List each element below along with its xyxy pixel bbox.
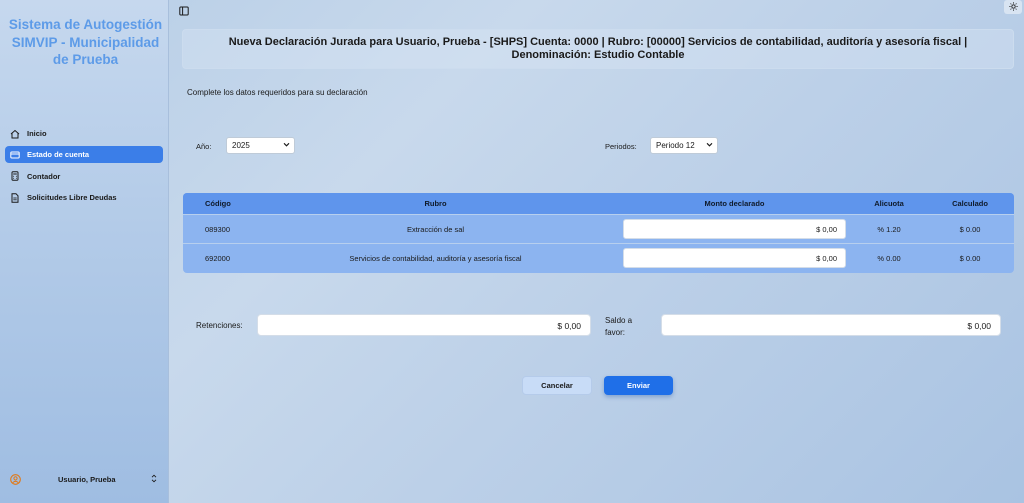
- header-monto: Monto declarado: [704, 199, 765, 208]
- cell-codigo: 089300: [205, 224, 231, 234]
- sidebar-item-label: Solicitudes Libre Deudas: [27, 193, 117, 203]
- period-value: Periodo 12: [656, 141, 695, 150]
- table-header: Código Rubro Monto declarado Alicuota Ca…: [183, 193, 1014, 214]
- header-codigo: Código: [205, 199, 231, 208]
- table-row: 692000 Servicios de contabilidad, audito…: [183, 243, 1014, 272]
- user-menu[interactable]: Usuario, Prueba: [5, 469, 163, 489]
- saldo-label-line2: favor:: [605, 328, 626, 337]
- year-value: 2025: [232, 141, 250, 150]
- sidebar-nav: Inicio Estado de cuenta Contador Solicit…: [5, 125, 163, 211]
- sidebar-item-contador[interactable]: Contador: [5, 168, 163, 185]
- year-select[interactable]: 2025: [226, 137, 295, 154]
- theme-toggle-button[interactable]: [1004, 0, 1022, 14]
- year-label: Año:: [196, 142, 212, 151]
- saldo-label-line1: Saldo a: [605, 316, 633, 325]
- chevron-down-icon: [282, 140, 291, 149]
- header-calculado: Calculado: [952, 199, 988, 208]
- cell-rubro: Extracción de sal: [406, 224, 465, 234]
- app-brand: Sistema de Autogestión SIMVIP - Municipa…: [8, 17, 163, 67]
- avatar: [10, 473, 21, 485]
- declaration-table: Código Rubro Monto declarado Alicuota Ca…: [183, 193, 1014, 273]
- document-icon: [10, 192, 20, 203]
- header-rubro: Rubro: [424, 199, 447, 208]
- home-icon: [10, 129, 20, 139]
- send-button[interactable]: Enviar: [604, 376, 673, 395]
- period-label: Periodos:: [605, 142, 637, 151]
- cancel-button[interactable]: Cancelar: [522, 376, 592, 395]
- cell-rubro: Servicios de contabilidad, auditoría y a…: [349, 253, 522, 263]
- period-select[interactable]: Periodo 12: [650, 137, 718, 154]
- cell-alicuota: % 0.00: [877, 253, 901, 263]
- calculator-icon: [10, 171, 20, 181]
- sidebar-item-label: Contador: [27, 171, 61, 181]
- monto-input[interactable]: $ 0,00: [623, 248, 846, 268]
- sidebar-item-estado-de-cuenta[interactable]: Estado de cuenta: [5, 146, 163, 164]
- sidebar: Sistema de Autogestión SIMVIP - Municipa…: [0, 0, 169, 503]
- sidebar-item-label: Inicio: [27, 129, 47, 138]
- cell-calculado: $ 0.00: [959, 224, 981, 234]
- cell-calculado: $ 0.00: [959, 253, 981, 263]
- sun-icon: [1008, 0, 1018, 16]
- table-row: 089300 Extracción de sal $ 0,00 % 1.20 $…: [183, 214, 1014, 243]
- chevron-down-icon: [705, 140, 714, 149]
- user-name: Usuario, Prueba: [58, 474, 116, 484]
- cell-alicuota: % 1.20: [877, 224, 901, 234]
- retenciones-label: Retenciones:: [196, 321, 243, 330]
- card-icon: [10, 150, 20, 160]
- form-subtitle: Complete los datos requeridos para su de…: [187, 88, 368, 97]
- retenciones-input[interactable]: $ 0,00: [257, 314, 591, 336]
- page-title-card: Nueva Declaración Jurada para Usuario, P…: [182, 29, 1014, 69]
- cell-codigo: 692000: [205, 253, 231, 263]
- page-title: Nueva Declaración Jurada para Usuario, P…: [228, 36, 968, 61]
- monto-input[interactable]: $ 0,00: [623, 219, 846, 239]
- saldo-label: Saldo a favor:: [605, 315, 632, 339]
- saldo-favor-input[interactable]: $ 0,00: [661, 314, 1001, 336]
- sidebar-item-solicitudes-libre-deudas[interactable]: Solicitudes Libre Deudas: [5, 189, 163, 206]
- header-alicuota: Alicuota: [874, 199, 904, 208]
- chevron-up-down-icon: [151, 474, 157, 485]
- sidebar-item-inicio[interactable]: Inicio: [5, 125, 163, 142]
- sidebar-item-label: Estado de cuenta: [27, 150, 90, 160]
- sidebar-toggle-icon[interactable]: [179, 3, 189, 16]
